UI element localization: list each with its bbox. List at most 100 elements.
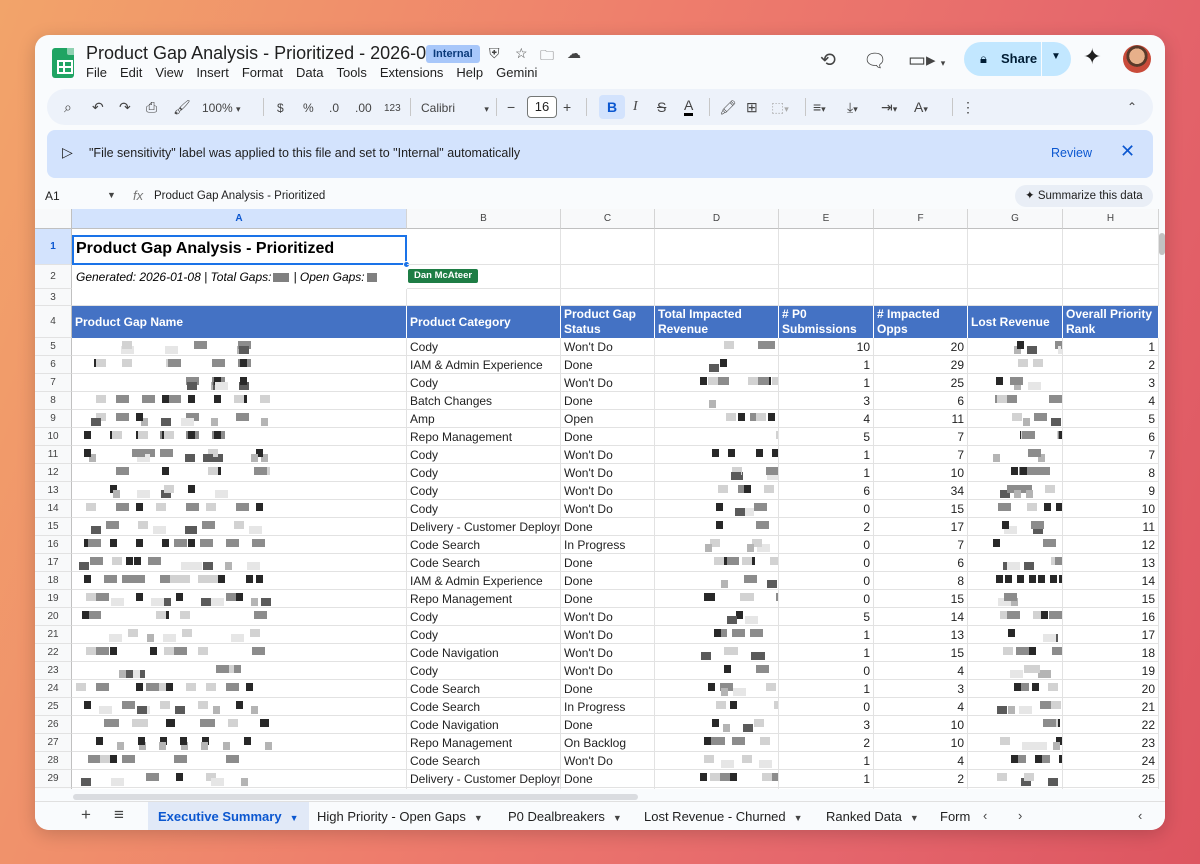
cell-lost[interactable] bbox=[968, 536, 1063, 554]
cell-category[interactable]: Cody bbox=[407, 626, 561, 644]
cell-lost[interactable] bbox=[968, 356, 1063, 374]
cell-category[interactable]: Cody bbox=[407, 608, 561, 626]
cell-rank[interactable]: 20 bbox=[1063, 680, 1159, 698]
empty-cell[interactable] bbox=[874, 289, 968, 306]
cell-status[interactable]: Done bbox=[561, 716, 655, 734]
bold-button[interactable]: B bbox=[599, 95, 625, 119]
cell-name[interactable] bbox=[72, 734, 407, 752]
cell-p0[interactable]: 2 bbox=[779, 518, 874, 536]
cell-status[interactable]: Open bbox=[561, 410, 655, 428]
cell-category[interactable]: Cody bbox=[407, 464, 561, 482]
row-header[interactable]: 5 bbox=[35, 338, 72, 356]
cell-p0[interactable]: 0 bbox=[779, 536, 874, 554]
cell-revenue[interactable] bbox=[655, 608, 779, 626]
cell-lost[interactable] bbox=[968, 554, 1063, 572]
collapse-sidebar-icon[interactable]: ‹ bbox=[1138, 808, 1142, 823]
text-wrapping-icon[interactable]: ⇥▾ bbox=[881, 97, 897, 119]
row-header[interactable]: 22 bbox=[35, 644, 72, 662]
tab-high-priority-open-gaps[interactable]: High Priority - Open Gaps ▼ bbox=[307, 802, 493, 830]
empty-cell[interactable] bbox=[1063, 289, 1159, 306]
row-header[interactable]: 15 bbox=[35, 518, 72, 536]
cell-lost[interactable] bbox=[968, 482, 1063, 500]
name-box[interactable]: A1 bbox=[45, 189, 60, 203]
cell-opps[interactable]: 15 bbox=[874, 644, 968, 662]
cell-status[interactable]: Done bbox=[561, 356, 655, 374]
cell-rank[interactable]: 1 bbox=[1063, 338, 1159, 356]
version-history-icon[interactable]: ⟲ bbox=[820, 49, 836, 72]
column-header-d[interactable]: D bbox=[655, 209, 779, 229]
cell-name[interactable] bbox=[72, 698, 407, 716]
cell-opps[interactable]: 3 bbox=[874, 680, 968, 698]
cell-rank[interactable]: 22 bbox=[1063, 716, 1159, 734]
sheets-logo-icon[interactable] bbox=[52, 48, 74, 78]
column-header-e[interactable]: E bbox=[779, 209, 874, 229]
print-icon[interactable]: ⎙ bbox=[146, 97, 157, 117]
increase-font-size-icon[interactable]: + bbox=[563, 97, 571, 117]
cell-revenue[interactable] bbox=[655, 626, 779, 644]
cell-category[interactable]: Repo Management bbox=[407, 428, 561, 446]
cell-p0[interactable]: 1 bbox=[779, 644, 874, 662]
row-header[interactable]: 21 bbox=[35, 626, 72, 644]
cell-lost[interactable] bbox=[968, 626, 1063, 644]
merge-cells-icon[interactable]: ⬚▾ bbox=[771, 97, 789, 119]
cell-name[interactable] bbox=[72, 392, 407, 410]
cell-opps[interactable]: 2 bbox=[874, 770, 968, 788]
increase-decimal-button[interactable]: .00 bbox=[355, 98, 372, 118]
percent-format-button[interactable]: % bbox=[303, 98, 314, 118]
cell-p0[interactable]: 2 bbox=[779, 734, 874, 752]
cell-rank[interactable]: 13 bbox=[1063, 554, 1159, 572]
cell-opps[interactable]: 4 bbox=[874, 752, 968, 770]
cell-opps[interactable]: 29 bbox=[874, 356, 968, 374]
column-heading-status[interactable]: Product Gap Status bbox=[561, 306, 655, 338]
empty-cell[interactable] bbox=[655, 289, 779, 306]
cell-opps[interactable]: 20 bbox=[874, 338, 968, 356]
cell-p0[interactable]: 0 bbox=[779, 662, 874, 680]
vertical-align-icon[interactable]: ⤓▾ bbox=[847, 97, 858, 119]
cell-status[interactable]: Done bbox=[561, 428, 655, 446]
empty-cell[interactable] bbox=[407, 289, 561, 306]
row-header[interactable]: 10 bbox=[35, 428, 72, 446]
cell-name[interactable] bbox=[72, 590, 407, 608]
scroll-tabs-left-icon[interactable]: ‹ bbox=[983, 808, 987, 823]
cell-p0[interactable]: 1 bbox=[779, 374, 874, 392]
row-header[interactable]: 2 bbox=[35, 265, 72, 289]
text-color-button[interactable]: A bbox=[684, 97, 694, 116]
shield-icon[interactable]: ⛨ bbox=[489, 45, 500, 62]
column-header-h[interactable]: H bbox=[1063, 209, 1159, 229]
comments-icon[interactable]: 🗨 bbox=[863, 49, 887, 73]
cell-name[interactable] bbox=[72, 536, 407, 554]
cell-name[interactable] bbox=[72, 518, 407, 536]
cell-category[interactable]: Code Search bbox=[407, 680, 561, 698]
row-header[interactable]: 20 bbox=[35, 608, 72, 626]
row-header[interactable]: 6 bbox=[35, 356, 72, 374]
decrease-decimal-button[interactable]: .0 bbox=[329, 98, 339, 118]
cell-name[interactable] bbox=[72, 554, 407, 572]
cell-lost[interactable] bbox=[968, 680, 1063, 698]
cell-p0[interactable]: 3 bbox=[779, 716, 874, 734]
cell-category[interactable]: Code Search bbox=[407, 536, 561, 554]
review-button[interactable]: Review bbox=[1051, 146, 1092, 160]
row-header[interactable]: 16 bbox=[35, 536, 72, 554]
gemini-icon[interactable]: ✦ bbox=[1083, 44, 1101, 70]
cell-category[interactable]: Cody bbox=[407, 374, 561, 392]
cell-lost[interactable] bbox=[968, 410, 1063, 428]
cell-status[interactable]: Won't Do bbox=[561, 626, 655, 644]
cell-name[interactable] bbox=[72, 788, 407, 789]
horizontal-align-icon[interactable]: ≡▾ bbox=[813, 97, 826, 119]
cell-rank[interactable]: 24 bbox=[1063, 752, 1159, 770]
cell-lost[interactable] bbox=[968, 518, 1063, 536]
meet-video-icon[interactable]: ▭▸ ▾ bbox=[908, 49, 945, 72]
cell-opps[interactable]: 13 bbox=[874, 626, 968, 644]
row-header[interactable]: 26 bbox=[35, 716, 72, 734]
scrollbar-thumb[interactable] bbox=[73, 794, 638, 800]
cell-lost[interactable] bbox=[968, 662, 1063, 680]
empty-cell[interactable] bbox=[779, 229, 874, 265]
cell-rank[interactable]: 19 bbox=[1063, 662, 1159, 680]
column-header-f[interactable]: F bbox=[874, 209, 968, 229]
empty-cell[interactable] bbox=[72, 289, 407, 306]
cell-revenue[interactable] bbox=[655, 338, 779, 356]
cell-rank[interactable]: 12 bbox=[1063, 536, 1159, 554]
cell-p0[interactable]: 5 bbox=[779, 428, 874, 446]
cell-revenue[interactable] bbox=[655, 572, 779, 590]
cell-opps[interactable]: 10 bbox=[874, 716, 968, 734]
